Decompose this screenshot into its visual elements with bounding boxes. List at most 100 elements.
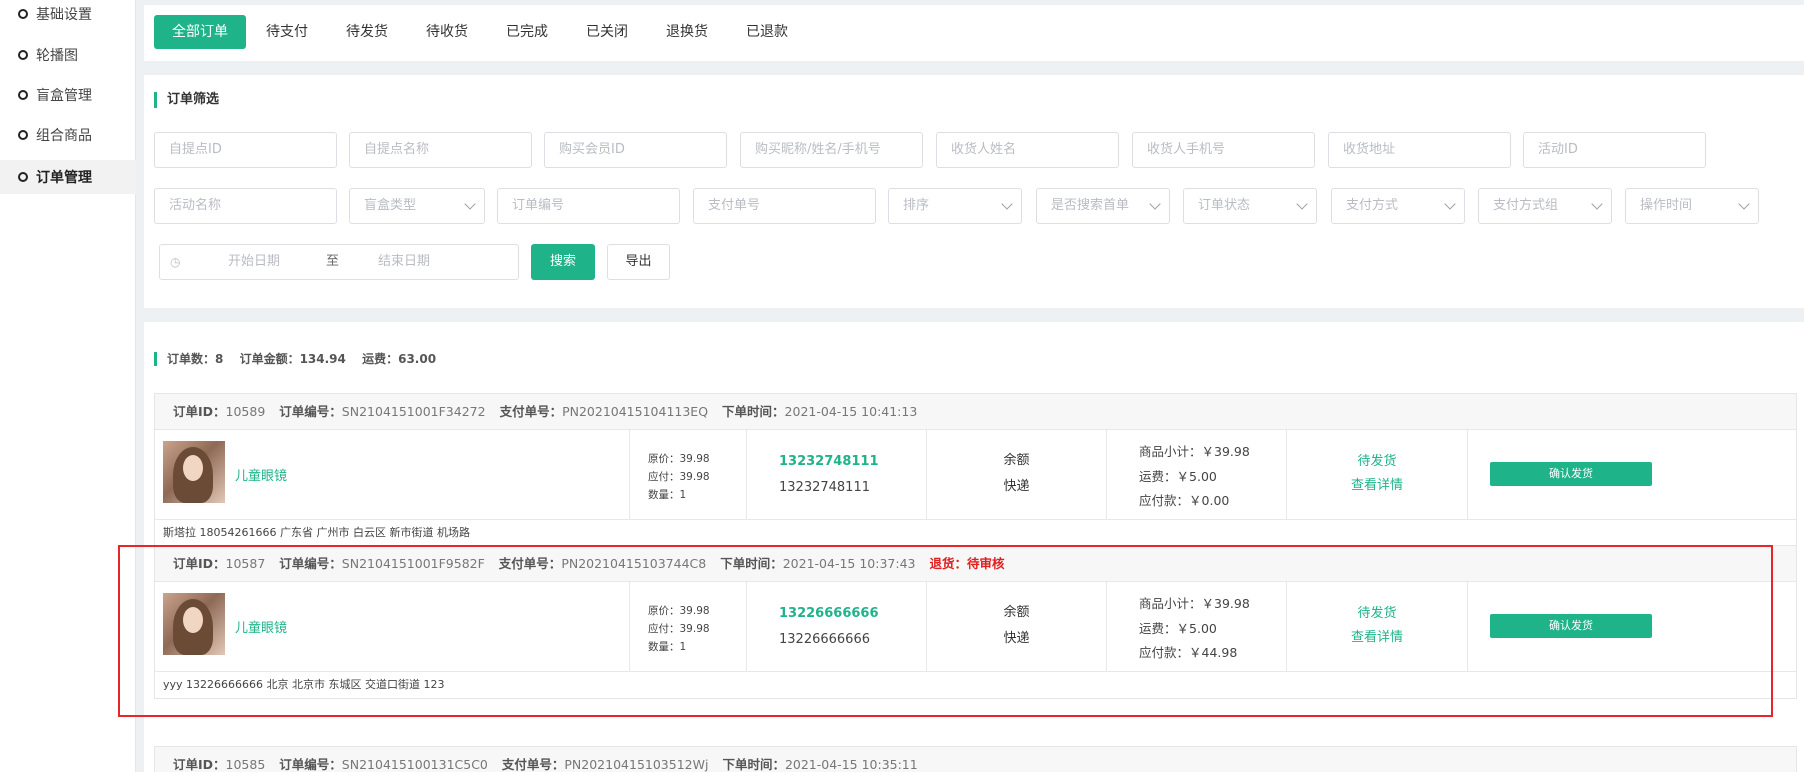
order-body: 儿童眼镜 原价：39.98 应付：39.98 数量：1 13226666666 … bbox=[155, 582, 1796, 672]
order-card: 订单ID：10587 订单编号：SN2104151001F9582F 支付单号：… bbox=[154, 545, 1797, 699]
tab-refunded[interactable]: 已退款 bbox=[728, 15, 806, 49]
activity-id-input[interactable]: 活动ID bbox=[1523, 132, 1706, 168]
start-date-input[interactable]: 开始日期 bbox=[228, 245, 280, 279]
subtotal: ￥39.98 bbox=[1201, 596, 1250, 611]
subtotal: ￥39.98 bbox=[1201, 444, 1250, 459]
status-cell: 待发货 查看详情 bbox=[1287, 582, 1468, 672]
circle-icon bbox=[18, 130, 28, 140]
subtotal-label: 商品小计： bbox=[1139, 444, 1202, 459]
order-no: SN2104151001F9582F bbox=[341, 556, 485, 571]
order-no-label: 订单编号： bbox=[279, 556, 342, 571]
date-range-picker[interactable]: ◷ 开始日期 至 结束日期 bbox=[159, 244, 519, 280]
product-name-link[interactable]: 儿童眼镜 bbox=[235, 617, 287, 636]
order-id: 10585 bbox=[225, 757, 266, 772]
product-image[interactable] bbox=[163, 441, 225, 503]
sidebar-item-label: 盲盒管理 bbox=[36, 88, 92, 104]
sidebar-item-bundle[interactable]: 组合商品 bbox=[0, 118, 136, 152]
order-id: 10587 bbox=[225, 556, 266, 571]
action-cell: 确认发货 bbox=[1468, 582, 1798, 672]
export-button[interactable]: 导出 bbox=[607, 244, 670, 280]
order-header: 订单ID：10589 订单编号：SN2104151001F34272 支付单号：… bbox=[155, 394, 1796, 430]
payable-label: 应付款： bbox=[1139, 493, 1190, 508]
sidebar-item-label: 基础设置 bbox=[36, 7, 92, 23]
member-id-input[interactable]: 购买会员ID bbox=[544, 132, 727, 168]
date-separator: 至 bbox=[326, 254, 340, 269]
pay-no-label: 支付单号： bbox=[501, 757, 565, 772]
payment-method: 余额 bbox=[1003, 605, 1030, 620]
payable: ￥0.00 bbox=[1189, 493, 1230, 508]
receiver-address-input[interactable]: 收货地址 bbox=[1328, 132, 1511, 168]
payment-method-select[interactable]: 支付方式 bbox=[1331, 188, 1465, 224]
sidebar-item-blind-box[interactable]: 盲盒管理 bbox=[0, 78, 136, 112]
buyer-phone-link[interactable]: 13226666666 bbox=[779, 606, 879, 621]
payment-number-input[interactable]: 支付单号 bbox=[693, 188, 876, 224]
circle-icon bbox=[18, 9, 28, 19]
order-status-select[interactable]: 订单状态 bbox=[1183, 188, 1317, 224]
confirm-ship-button[interactable]: 确认发货 bbox=[1490, 614, 1652, 638]
tab-all-orders[interactable]: 全部订单 bbox=[154, 15, 246, 49]
original-price: 39.98 bbox=[679, 453, 710, 465]
pay-no: PN20210415104113EQ bbox=[562, 404, 709, 419]
order-time-label: 下单时间： bbox=[722, 757, 785, 772]
buyer-name-phone-input[interactable]: 购买昵称/姓名/手机号 bbox=[740, 132, 923, 168]
confirm-ship-button[interactable]: 确认发货 bbox=[1490, 462, 1652, 486]
order-header: 订单ID：10585 订单编号：SN210415100131C5C0 支付单号：… bbox=[155, 747, 1796, 772]
tab-closed[interactable]: 已关闭 bbox=[568, 15, 646, 49]
order-id-label: 订单ID： bbox=[173, 556, 226, 571]
buyer-phone-link[interactable]: 13232748111 bbox=[779, 454, 879, 469]
circle-icon bbox=[18, 50, 28, 60]
order-body: 儿童眼镜 原价：39.98 应付：39.98 数量：1 13232748111 … bbox=[155, 430, 1796, 520]
tab-completed[interactable]: 已完成 bbox=[488, 15, 566, 49]
sidebar-item-label: 组合商品 bbox=[36, 128, 92, 144]
payment-group-select[interactable]: 支付方式组 bbox=[1478, 188, 1612, 224]
end-date-input[interactable]: 结束日期 bbox=[378, 245, 430, 279]
view-detail-link[interactable]: 查看详情 bbox=[1287, 626, 1467, 650]
order-count: 8 bbox=[215, 352, 224, 366]
quantity: 1 bbox=[679, 489, 687, 501]
order-address: yyy 13226666666 北京 北京市 东城区 交道口街道 123 bbox=[163, 678, 445, 691]
sidebar-item-basic-settings[interactable]: 基础设置 bbox=[0, 0, 136, 31]
tab-pending-payment[interactable]: 待支付 bbox=[248, 15, 326, 49]
delivery-method: 快递 bbox=[1003, 479, 1030, 494]
freight-label: 运费： bbox=[1139, 468, 1177, 484]
pickup-point-name-input[interactable]: 自提点名称 bbox=[349, 132, 532, 168]
activity-name-input[interactable]: 活动名称 bbox=[154, 188, 337, 224]
view-detail-link[interactable]: 查看详情 bbox=[1287, 474, 1467, 498]
operation-time-select[interactable]: 操作时间 bbox=[1625, 188, 1759, 224]
select-value: 排序 bbox=[903, 198, 930, 213]
due-price-label: 应付： bbox=[648, 471, 680, 483]
due-price-label: 应付： bbox=[648, 623, 680, 635]
status-cell: 待发货 查看详情 bbox=[1287, 430, 1468, 520]
blind-box-type-select[interactable]: 盲盒类型 bbox=[349, 188, 485, 224]
sort-select[interactable]: 排序 bbox=[888, 188, 1022, 224]
first-order-select[interactable]: 是否搜索首单 bbox=[1036, 188, 1170, 224]
order-header: 订单ID：10587 订单编号：SN2104151001F9582F 支付单号：… bbox=[155, 546, 1796, 582]
tab-return-exchange[interactable]: 退换货 bbox=[648, 15, 726, 49]
search-button[interactable]: 搜索 bbox=[531, 244, 595, 280]
product-cell: 儿童眼镜 bbox=[155, 582, 630, 672]
pay-no: PN20210415103744C8 bbox=[561, 556, 707, 571]
sidebar-item-carousel[interactable]: 轮播图 bbox=[0, 38, 136, 72]
order-address: 斯塔拉 18054261666 广东省 广州市 白云区 新市街道 机场路 bbox=[163, 526, 470, 539]
sidebar-item-label: 轮播图 bbox=[36, 48, 78, 64]
pickup-point-id-input[interactable]: 自提点ID bbox=[154, 132, 337, 168]
product-image[interactable] bbox=[163, 593, 225, 655]
due-price: 39.98 bbox=[679, 471, 710, 483]
action-cell: 确认发货 bbox=[1468, 430, 1798, 520]
order-count-label: 订单数： bbox=[167, 352, 216, 366]
product-name-link[interactable]: 儿童眼镜 bbox=[235, 465, 287, 484]
receiver-name-input[interactable]: 收货人姓名 bbox=[936, 132, 1119, 168]
sidebar-item-orders[interactable]: 订单管理 bbox=[0, 160, 136, 194]
select-value: 支付方式组 bbox=[1493, 198, 1559, 213]
order-no-label: 订单编号： bbox=[279, 757, 342, 772]
tab-pending-receipt[interactable]: 待收货 bbox=[408, 15, 486, 49]
refund-status: 退货：待审核 bbox=[929, 556, 1005, 571]
pay-no: PN20210415103512Wj bbox=[564, 757, 709, 772]
freight: ￥5.00 bbox=[1176, 468, 1217, 484]
order-amount-label: 订单金额： bbox=[239, 352, 300, 366]
order-id: 10589 bbox=[225, 404, 266, 419]
order-number-input[interactable]: 订单编号 bbox=[497, 188, 680, 224]
receiver-phone-input[interactable]: 收货人手机号 bbox=[1132, 132, 1315, 168]
tab-pending-shipment[interactable]: 待发货 bbox=[328, 15, 406, 49]
chevron-down-icon bbox=[464, 198, 476, 210]
